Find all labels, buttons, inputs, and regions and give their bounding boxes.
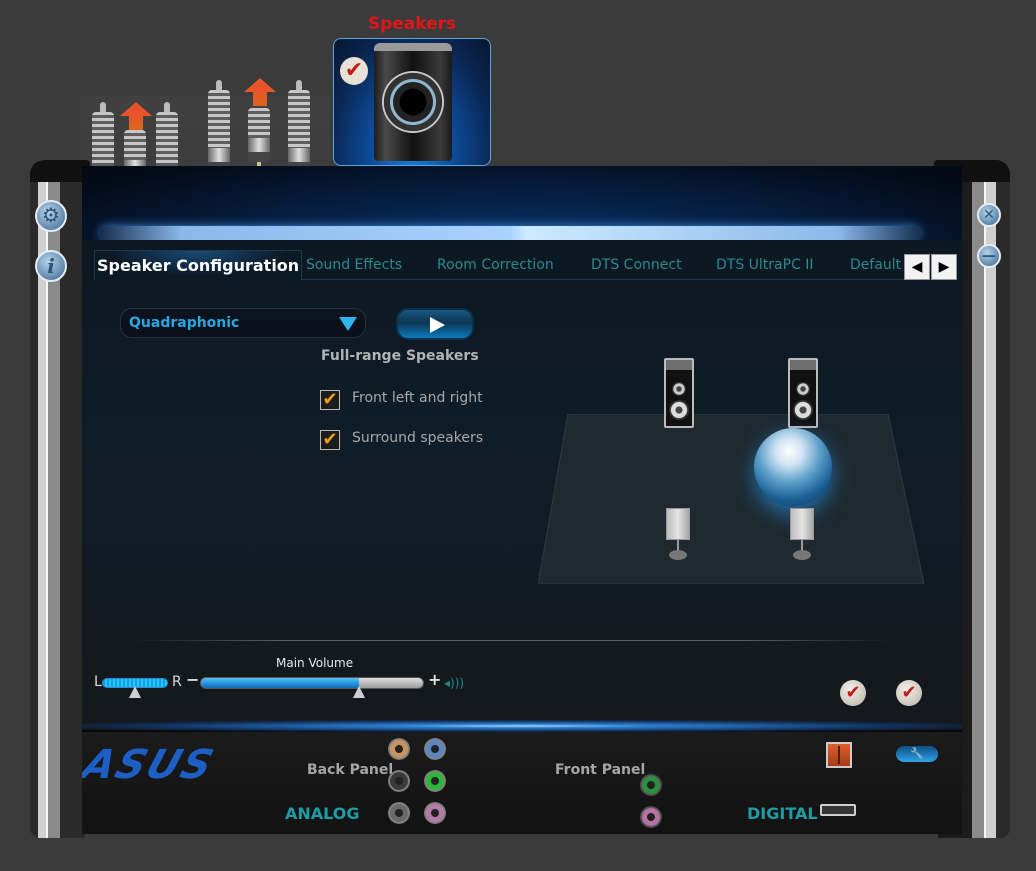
front-left-speaker-icon[interactable]: [664, 358, 694, 428]
divider: [132, 640, 892, 641]
audio-manager-window: Speakers ✔ Speaker Configuration Sound E…: [0, 0, 1036, 871]
minimize-icon: —: [982, 248, 996, 264]
main-volume-label: Main Volume: [276, 656, 354, 670]
analog-label: ANALOG: [285, 804, 360, 823]
bottom-glow-bar: [82, 720, 962, 732]
back-jack-blue[interactable]: [424, 738, 446, 760]
surround-right-speaker-icon[interactable]: [790, 508, 814, 563]
checkbox-checked-icon: ✔: [320, 430, 340, 450]
minimize-button[interactable]: —: [977, 244, 1001, 268]
wrench-icon: 🔧: [910, 747, 924, 760]
speakers-device-tile[interactable]: ✔: [333, 38, 491, 166]
room-floor: [538, 414, 924, 584]
device-label: Speakers: [367, 14, 457, 34]
back-jack-pink[interactable]: [424, 802, 446, 824]
tab-scroll-right-button[interactable]: ▶: [931, 254, 957, 280]
info-button[interactable]: i: [35, 250, 67, 282]
volume-controls: L R − Main Volume + ◂))) ✔ ✔: [82, 646, 962, 726]
play-icon: [430, 317, 445, 333]
back-jack-orange[interactable]: [388, 738, 410, 760]
tab-default[interactable]: Default: [850, 250, 901, 280]
volume-increase-button[interactable]: +: [428, 670, 441, 689]
front-panel-label: Front Panel: [555, 762, 646, 778]
main-panel: Speaker Configuration Sound Effects Room…: [82, 166, 962, 834]
listener-sphere-icon: [754, 428, 832, 506]
tab-dts-connect[interactable]: DTS Connect: [591, 250, 682, 280]
full-range-speakers-title: Full-range Speakers: [321, 348, 479, 364]
close-icon: ✕: [983, 207, 995, 223]
info-icon: i: [47, 254, 55, 278]
speaker-icon: [374, 43, 452, 161]
settings-button[interactable]: ⚙: [35, 200, 67, 232]
back-jack-black[interactable]: [388, 770, 410, 792]
connector-settings-button[interactable]: 🔧: [896, 746, 938, 762]
main-volume-fill: [201, 678, 359, 688]
digital-label: DIGITAL: [747, 804, 818, 823]
connector-panel: ASUS Back Panel ANALOG Front Panel DIGIT…: [82, 732, 962, 834]
tab-dts-ultrapc-ii[interactable]: DTS UltraPC II: [716, 250, 814, 280]
surround-left-speaker-icon[interactable]: [666, 508, 690, 563]
balance-slider-thumb[interactable]: [129, 686, 141, 698]
front-jack-green[interactable]: [640, 774, 662, 796]
front-right-speaker-icon[interactable]: [788, 358, 818, 428]
hdmi-icon[interactable]: [820, 804, 856, 816]
tab-scroll-left-button[interactable]: ◀: [904, 254, 930, 280]
balance-left-label: L: [94, 674, 102, 690]
main-volume-slider[interactable]: [200, 677, 424, 689]
gear-icon: ⚙: [42, 203, 60, 227]
tab-room-correction[interactable]: Room Correction: [437, 250, 554, 280]
mute-button[interactable]: ✔: [896, 680, 922, 706]
checkbox-label: Front left and right: [352, 390, 483, 406]
set-default-device-button[interactable]: ✔: [840, 680, 866, 706]
selected-check-icon: ✔: [340, 57, 368, 85]
checkbox-label: Surround speakers: [352, 430, 484, 446]
speaker-volume-icon[interactable]: ◂))): [444, 676, 464, 690]
volume-decrease-button[interactable]: −: [186, 670, 199, 689]
tab-sound-effects[interactable]: Sound Effects: [306, 250, 402, 280]
speaker-mode-value: Quadraphonic: [129, 315, 240, 331]
checkbox-checked-icon: ✔: [320, 390, 340, 410]
spdif-icon[interactable]: [826, 742, 852, 768]
header-glow-bar: [100, 226, 920, 240]
balance-right-label: R: [172, 674, 182, 690]
tab-speaker-configuration[interactable]: Speaker Configuration: [94, 250, 303, 280]
play-test-button[interactable]: [396, 308, 474, 340]
close-button[interactable]: ✕: [977, 203, 1001, 227]
speaker-mode-dropdown[interactable]: Quadraphonic: [120, 308, 366, 338]
asus-logo: ASUS: [82, 742, 221, 788]
chevron-down-icon: [339, 317, 357, 331]
main-frame: Speaker Configuration Sound Effects Room…: [30, 160, 1010, 838]
main-volume-thumb[interactable]: [353, 686, 366, 698]
tab-bar: Speaker Configuration Sound Effects Room…: [94, 250, 924, 280]
front-jack-pink[interactable]: [640, 806, 662, 828]
back-panel-label: Back Panel: [307, 762, 394, 778]
back-jack-gray[interactable]: [388, 802, 410, 824]
back-jack-green[interactable]: [424, 770, 446, 792]
